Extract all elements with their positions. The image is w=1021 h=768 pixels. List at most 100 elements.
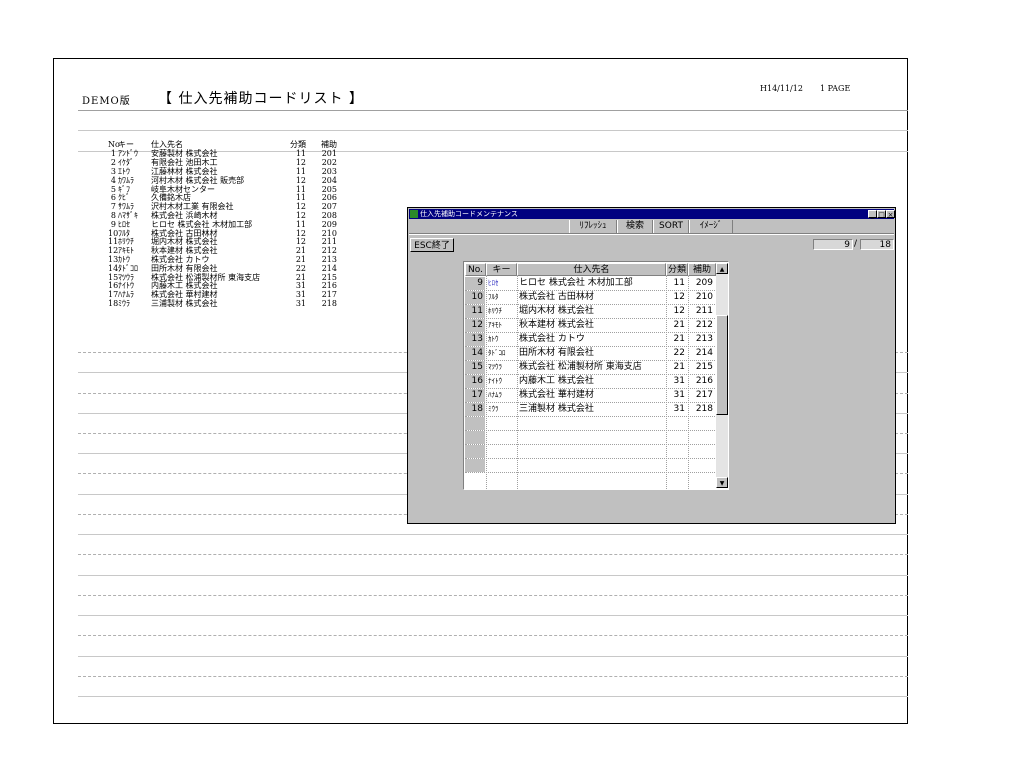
grid-empty-row[interactable] bbox=[465, 445, 715, 459]
grid-cell-name[interactable]: 三浦製材 株式会社 bbox=[517, 403, 665, 416]
grid-cell-key[interactable]: ﾀﾄﾞｺﾛ bbox=[486, 347, 516, 360]
grid-cell-hojo[interactable]: 210 bbox=[688, 291, 715, 304]
grid-cell-key[interactable] bbox=[486, 459, 516, 472]
grid-cell-key[interactable]: ｱｷﾓﾄ bbox=[486, 319, 516, 332]
grid-header-hojo[interactable]: 補助 bbox=[688, 263, 716, 276]
grid-cell-name[interactable]: 堀内木材 株式会社 bbox=[517, 305, 665, 318]
minimize-button[interactable]: _ bbox=[868, 210, 877, 219]
grid-cell-key[interactable]: ﾐｳﾗ bbox=[486, 403, 516, 416]
grid-row[interactable]: 10 ﾌﾙﾀ 株式会社 古田林材 12 210 bbox=[465, 291, 715, 305]
grid-cell-name[interactable]: 秋本建材 株式会社 bbox=[517, 319, 665, 332]
grid-row[interactable]: 17 ﾊﾅﾑﾗ 株式会社 華村建材 31 217 bbox=[465, 389, 715, 403]
grid-cell-key[interactable]: ﾏﾂｳﾗ bbox=[486, 361, 516, 374]
grid-row[interactable]: 16 ﾅｲﾄｳ 内藤木工 株式会社 31 216 bbox=[465, 375, 715, 389]
grid-cell-name[interactable] bbox=[517, 445, 665, 458]
grid-cell-name[interactable]: 株式会社 カトウ bbox=[517, 333, 665, 346]
grid-cell-bunrui[interactable]: 22 bbox=[666, 347, 687, 360]
grid-cell-bunrui[interactable]: 31 bbox=[666, 389, 687, 402]
search-button[interactable]: 検索 bbox=[617, 220, 653, 233]
grid-cell-hojo[interactable]: 212 bbox=[688, 319, 715, 332]
grid-cell-key[interactable] bbox=[486, 431, 516, 444]
grid-header-bunrui[interactable]: 分類 bbox=[666, 263, 688, 276]
grid-cell-no[interactable] bbox=[465, 431, 485, 444]
grid-cell-name[interactable] bbox=[517, 417, 665, 430]
grid-header-no[interactable]: No. bbox=[465, 263, 486, 276]
grid-cell-bunrui[interactable]: 21 bbox=[666, 319, 687, 332]
grid-cell-no[interactable]: 14 bbox=[465, 347, 485, 360]
grid-cell-bunrui[interactable] bbox=[666, 445, 687, 458]
grid-cell-no[interactable]: 15 bbox=[465, 361, 485, 374]
supplier-grid[interactable]: No. キー 仕入先名 分類 補助 ▲ ▼ 9 ﾋﾛｾ ヒロセ 株式会社 木材加工部… bbox=[463, 261, 729, 490]
grid-cell-name[interactable]: 田所木材 有限会社 bbox=[517, 347, 665, 360]
grid-cell-name[interactable]: 株式会社 古田林材 bbox=[517, 291, 665, 304]
grid-row[interactable]: 14 ﾀﾄﾞｺﾛ 田所木材 有限会社 22 214 bbox=[465, 347, 715, 361]
scroll-thumb[interactable] bbox=[716, 315, 728, 415]
grid-cell-key[interactable]: ｶﾄｳ bbox=[486, 333, 516, 346]
grid-cell-hojo[interactable]: 214 bbox=[688, 347, 715, 360]
grid-cell-hojo[interactable]: 217 bbox=[688, 389, 715, 402]
grid-cell-name[interactable]: 株式会社 松浦製材所 東海支店 bbox=[517, 361, 665, 374]
grid-cell-key[interactable]: ﾌﾙﾀ bbox=[486, 291, 516, 304]
grid-cell-hojo[interactable] bbox=[688, 431, 715, 444]
sort-button[interactable]: SORT bbox=[653, 220, 689, 233]
grid-header-key[interactable]: キー bbox=[486, 263, 517, 276]
grid-cell-no[interactable] bbox=[465, 445, 485, 458]
grid-row[interactable]: 13 ｶﾄｳ 株式会社 カトウ 21 213 bbox=[465, 333, 715, 347]
grid-row[interactable]: 15 ﾏﾂｳﾗ 株式会社 松浦製材所 東海支店 21 215 bbox=[465, 361, 715, 375]
grid-cell-key[interactable]: ﾅｲﾄｳ bbox=[486, 375, 516, 388]
grid-cell-hojo[interactable]: 209 bbox=[688, 277, 715, 290]
grid-cell-hojo[interactable] bbox=[688, 445, 715, 458]
grid-cell-hojo[interactable]: 213 bbox=[688, 333, 715, 346]
grid-scrollbar[interactable]: ▲ ▼ bbox=[716, 263, 728, 488]
grid-cell-bunrui[interactable]: 31 bbox=[666, 403, 687, 416]
grid-cell-no[interactable]: 16 bbox=[465, 375, 485, 388]
grid-row[interactable]: 9 ﾋﾛｾ ヒロセ 株式会社 木材加工部 11 209 bbox=[465, 277, 715, 291]
grid-cell-no[interactable]: 10 bbox=[465, 291, 485, 304]
grid-cell-hojo[interactable]: 211 bbox=[688, 305, 715, 318]
grid-cell-key[interactable]: ﾎﾘｳﾁ bbox=[486, 305, 516, 318]
grid-cell-hojo[interactable]: 215 bbox=[688, 361, 715, 374]
grid-cell-bunrui[interactable] bbox=[666, 417, 687, 430]
grid-cell-no[interactable] bbox=[465, 417, 485, 430]
grid-cell-bunrui[interactable]: 21 bbox=[666, 333, 687, 346]
grid-cell-key[interactable] bbox=[486, 445, 516, 458]
close-button[interactable]: × bbox=[886, 210, 895, 219]
esc-exit-button[interactable]: ESC終了 bbox=[410, 238, 454, 252]
grid-cell-key[interactable]: ﾊﾅﾑﾗ bbox=[486, 389, 516, 402]
grid-cell-key[interactable] bbox=[486, 417, 516, 430]
scroll-up-icon[interactable]: ▲ bbox=[716, 263, 728, 274]
grid-row[interactable]: 11 ﾎﾘｳﾁ 堀内木材 株式会社 12 211 bbox=[465, 305, 715, 319]
grid-cell-name[interactable]: 内藤木工 株式会社 bbox=[517, 375, 665, 388]
grid-header-name[interactable]: 仕入先名 bbox=[517, 263, 666, 276]
refresh-button[interactable]: ﾘﾌﾚｯｼｭ bbox=[569, 220, 617, 233]
grid-cell-no[interactable]: 12 bbox=[465, 319, 485, 332]
maximize-button[interactable]: □ bbox=[877, 210, 886, 219]
grid-cell-bunrui[interactable] bbox=[666, 459, 687, 472]
grid-cell-no[interactable]: 17 bbox=[465, 389, 485, 402]
grid-cell-bunrui[interactable]: 11 bbox=[666, 277, 687, 290]
grid-cell-no[interactable]: 13 bbox=[465, 333, 485, 346]
grid-cell-hojo[interactable]: 216 bbox=[688, 375, 715, 388]
grid-cell-no[interactable]: 18 bbox=[465, 403, 485, 416]
grid-cell-hojo[interactable]: 218 bbox=[688, 403, 715, 416]
grid-empty-row[interactable] bbox=[465, 459, 715, 473]
scroll-down-icon[interactable]: ▼ bbox=[716, 477, 728, 488]
grid-cell-bunrui[interactable]: 21 bbox=[666, 361, 687, 374]
image-button[interactable]: ｲﾒｰｼﾞ bbox=[689, 220, 733, 233]
grid-cell-name[interactable]: 株式会社 華村建材 bbox=[517, 389, 665, 402]
grid-cell-no[interactable] bbox=[465, 459, 485, 472]
grid-empty-row[interactable] bbox=[465, 431, 715, 445]
grid-cell-no[interactable]: 11 bbox=[465, 305, 485, 318]
grid-cell-bunrui[interactable]: 12 bbox=[666, 291, 687, 304]
grid-cell-hojo[interactable] bbox=[688, 459, 715, 472]
window-titlebar[interactable]: 仕入先補助コードメンテナンス _ □ × bbox=[409, 209, 895, 219]
grid-cell-bunrui[interactable]: 31 bbox=[666, 375, 687, 388]
grid-cell-bunrui[interactable] bbox=[666, 431, 687, 444]
grid-cell-name[interactable] bbox=[517, 431, 665, 444]
grid-cell-bunrui[interactable]: 12 bbox=[666, 305, 687, 318]
grid-cell-name[interactable] bbox=[517, 459, 665, 472]
grid-cell-hojo[interactable] bbox=[688, 417, 715, 430]
grid-cell-no[interactable]: 9 bbox=[465, 277, 485, 290]
grid-row[interactable]: 18 ﾐｳﾗ 三浦製材 株式会社 31 218 bbox=[465, 403, 715, 417]
grid-cell-key[interactable]: ﾋﾛｾ bbox=[486, 277, 516, 290]
